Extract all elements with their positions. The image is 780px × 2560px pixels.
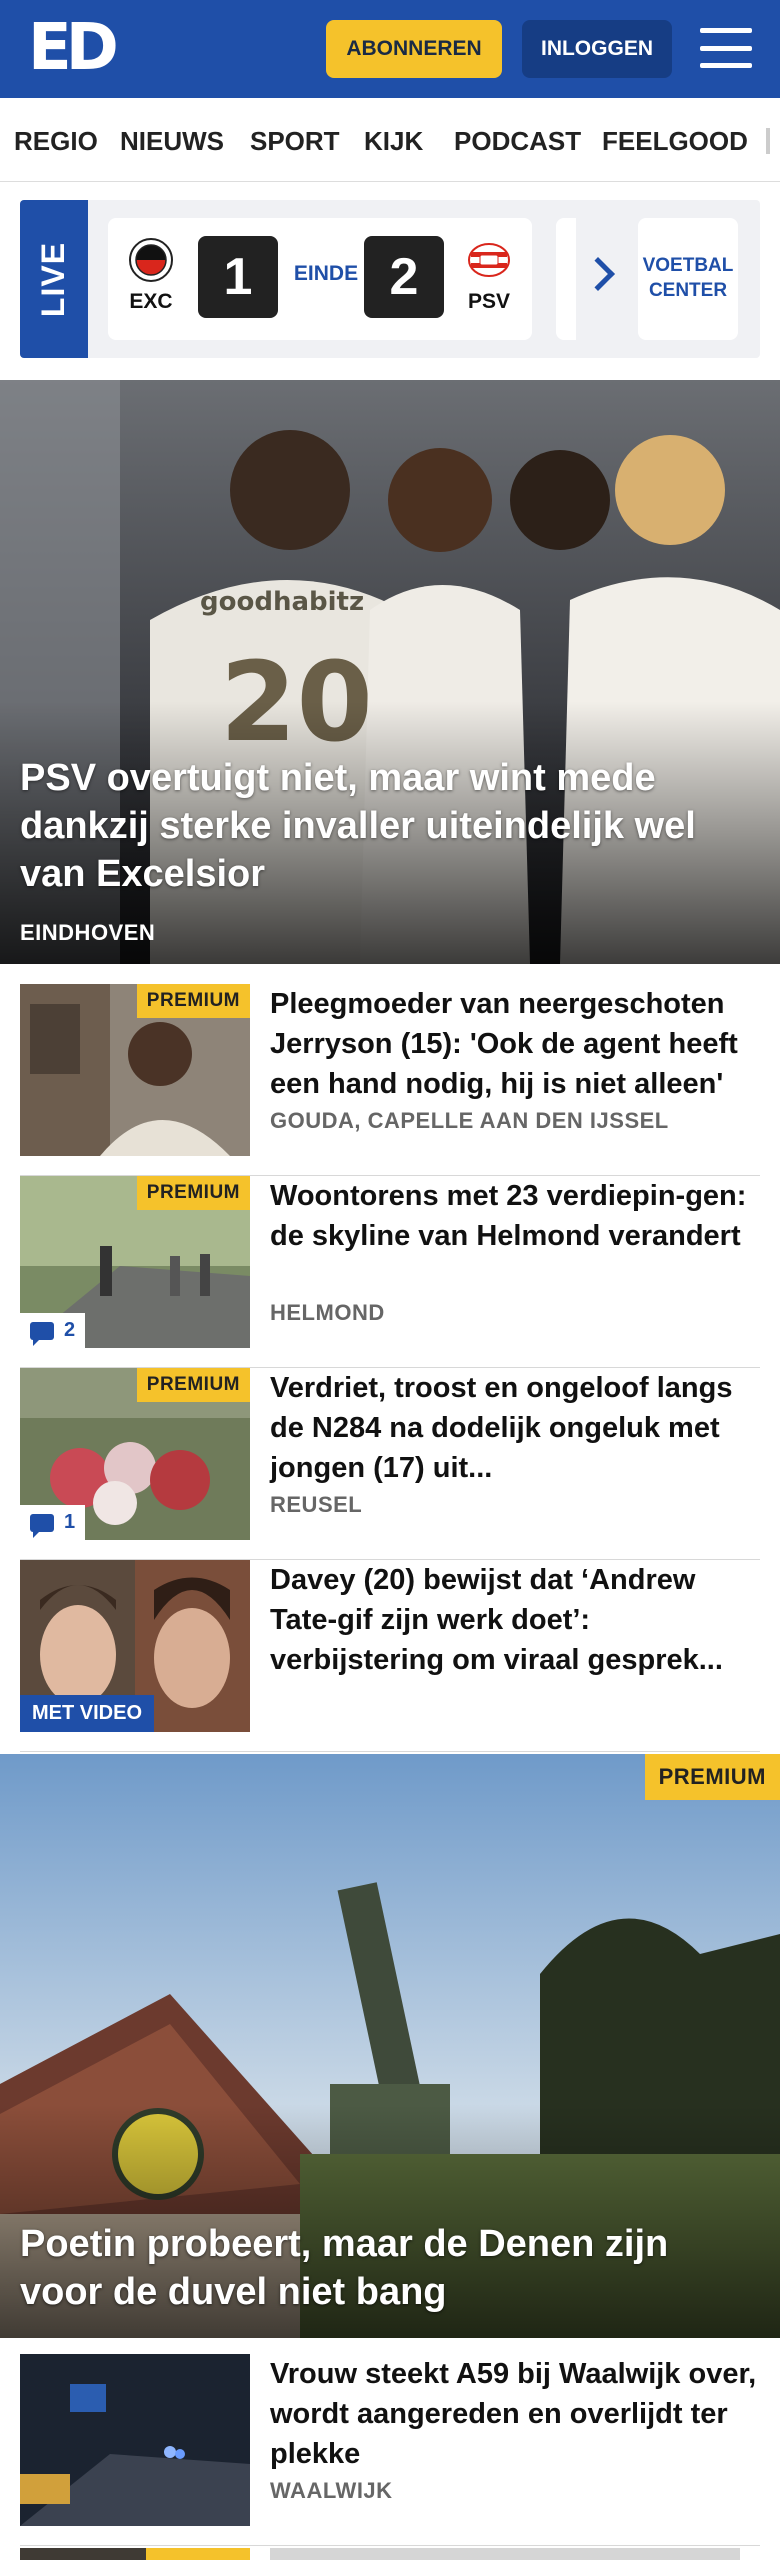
article-title[interactable]: Verdriet, troost en ongeloof langs de N2… [270, 1368, 760, 1488]
premium-badge: PREMIUM [136, 984, 250, 1018]
away-team-name: PSV [467, 290, 511, 313]
article-title[interactable]: Davey (20) bewijst dat ‘Andrew Tate-gif … [270, 1560, 760, 1680]
nav-item-kijk[interactable]: KIJK [364, 126, 423, 157]
list-item[interactable]: PREMIUM 2 Woontorens met 23 verdiepin-ge… [20, 1176, 760, 1368]
list-item[interactable]: Vrouw steekt A59 bij Waalwijk over, word… [20, 2354, 760, 2546]
next-match-card-partial[interactable] [556, 218, 576, 340]
article-title[interactable]: Vrouw steekt A59 bij Waalwijk over, word… [270, 2354, 760, 2474]
subscribe-button[interactable]: ABONNEREN [326, 20, 502, 78]
article-location: HELMOND [270, 1300, 385, 1325]
article-location: REUSEL [270, 1492, 363, 1517]
excelsior-crest-icon [129, 238, 173, 282]
nav-item-podcast[interactable]: PODCAST [454, 126, 581, 157]
home-score: 1 [198, 236, 278, 318]
live-label: LIVE [20, 200, 88, 358]
comments-badge[interactable]: 2 [20, 1313, 86, 1348]
chevron-right-icon[interactable] [581, 257, 615, 291]
feature-article[interactable]: PREMIUM Poetin probeert, maar de Denen z… [0, 1754, 780, 2338]
list-item[interactable]: PREMIUM 1 Verdriet, troost en ongeloof l… [20, 1368, 760, 1560]
nav-item-regio[interactable]: REGIO [14, 126, 98, 157]
article-location: WAALWIJK [270, 2478, 393, 2503]
article-thumbnail [20, 2354, 250, 2526]
hamburger-menu-icon[interactable] [700, 24, 752, 72]
comment-icon [30, 1513, 54, 1538]
premium-badge: PREMIUM [644, 1754, 780, 1800]
video-badge: MET VIDEO [20, 1695, 155, 1732]
premium-badge: PREMIUM [136, 1176, 250, 1210]
feature-title[interactable]: Poetin probeert, maar de Denen zijn voor… [20, 2220, 760, 2316]
voetbal-center-link[interactable]: VOETBAL CENTER [638, 218, 738, 340]
article-title[interactable]: Pleegmoeder van neergeschoten Jerryson (… [270, 984, 760, 1104]
hero-location: EINDHOVEN [20, 920, 156, 945]
nav-item-nieuws[interactable]: NIEUWS [120, 126, 224, 157]
ed-logo[interactable]: ED [28, 11, 119, 85]
away-score: 2 [364, 236, 444, 318]
article-title[interactable]: Woontorens met 23 verdiepin-gen: de skyl… [270, 1176, 760, 1256]
home-team: EXC [124, 238, 178, 314]
live-scores-strip: LIVE EXC 1 EINDE 2 PSV VOETBAL CENTER [20, 200, 760, 358]
hero-title[interactable]: PSV overtuigt niet, maar wint mede dankz… [20, 754, 760, 898]
section-nav: REGIO NIEUWS SPORT KIJK PODCAST FEELGOOD [0, 98, 780, 182]
hero-article[interactable]: goodhabitz 20 PSV overtuigt niet, maar w… [0, 380, 780, 964]
article-location: GOUDA, CAPELLE AAN DEN IJSSEL [270, 1108, 669, 1133]
header: ED ABONNEREN INLOGGEN [0, 0, 780, 98]
nav-overflow-indicator [766, 128, 770, 154]
article-thumbnail: PREMIUM 1 [20, 1368, 250, 1540]
list-item[interactable]: MET VIDEO Davey (20) bewijst dat ‘Andrew… [20, 1560, 760, 1752]
match-status: EINDE [293, 262, 359, 285]
next-article-partial [20, 2548, 760, 2560]
home-team-name: EXC [129, 290, 173, 313]
premium-badge: PREMIUM [136, 1368, 250, 1402]
away-team: PSV [462, 238, 516, 314]
list-item[interactable]: PREMIUM Pleegmoeder van neergeschoten Je… [20, 984, 760, 1176]
psv-crest-icon [467, 238, 511, 282]
comment-icon [30, 1321, 54, 1346]
comment-count: 1 [64, 1511, 76, 1533]
article-thumbnail: PREMIUM [20, 984, 250, 1156]
article-thumbnail: MET VIDEO [20, 1560, 250, 1732]
nav-item-feelgood[interactable]: FEELGOOD [602, 126, 748, 157]
comments-badge[interactable]: 1 [20, 1505, 86, 1540]
comment-count: 2 [64, 1319, 76, 1341]
match-card[interactable]: EXC 1 EINDE 2 PSV [108, 218, 532, 340]
article-thumbnail: PREMIUM 2 [20, 1176, 250, 1348]
login-button[interactable]: INLOGGEN [522, 20, 672, 78]
logo-text: ED [28, 11, 119, 85]
nav-item-sport[interactable]: SPORT [250, 126, 340, 157]
